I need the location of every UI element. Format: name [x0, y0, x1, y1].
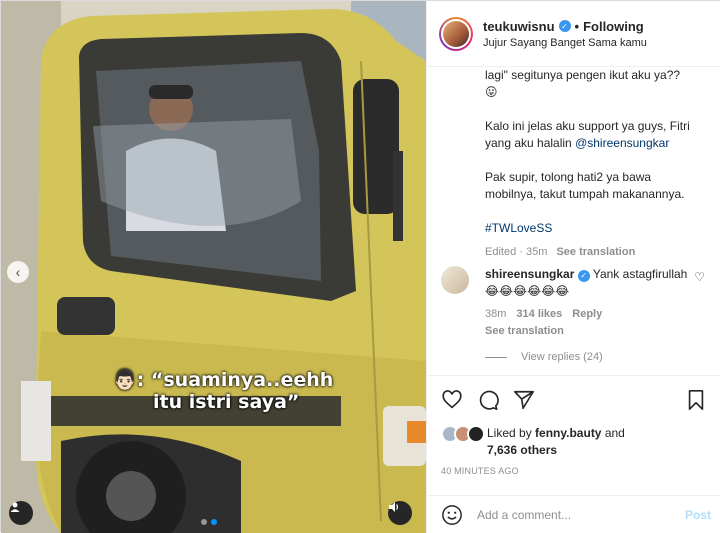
comment-input[interactable] [477, 507, 685, 522]
comment-like-heart-icon[interactable]: ♡ [694, 270, 705, 284]
post-actions-bar [427, 375, 720, 423]
person-icon [10, 502, 20, 512]
instagram-post-modal: ‹ 👨🏻: “suaminya..eehh itu istri saya” te… [0, 0, 720, 533]
reply-button[interactable]: Reply [572, 308, 602, 320]
comment-item: shireensungkar ✓ Yank astagfirullah 😂😂😂😂… [441, 266, 711, 340]
comment-see-translation[interactable]: See translation [485, 325, 564, 337]
post-audio-subtitle[interactable]: Jujur Sayang Banget Sama kamu [483, 37, 647, 49]
sound-toggle-button[interactable] [388, 501, 412, 525]
verified-badge-icon: ✓ [577, 269, 590, 282]
caption-paragraph2: Kalo ini jelas aku support ya guys, Fitr… [485, 119, 690, 150]
emoji-picker-icon[interactable] [441, 504, 463, 526]
author-username[interactable]: teukuwisnu [483, 19, 555, 34]
edited-timestamp: Edited · 35m [485, 246, 548, 258]
comment-bubble-icon [479, 390, 499, 410]
overlay-text-line2: itu istri saya” [153, 391, 300, 413]
separator-dot: • [574, 18, 580, 34]
avatar-image [443, 20, 469, 47]
caption-paragraph3: Pak supir, tolong hati2 ya bawa mobilnya… [485, 170, 685, 201]
caption-meta: Edited · 35m See translation [485, 244, 705, 261]
post-media[interactable]: ‹ 👨🏻: “suaminya..eehh itu istri saya” [1, 1, 426, 533]
send-icon [514, 390, 534, 409]
face-emoji-icon: 👨🏻 [113, 369, 137, 391]
caption-see-translation[interactable]: See translation [556, 246, 635, 258]
author-avatar[interactable] [439, 16, 473, 51]
heart-icon [442, 389, 462, 408]
speaker-icon [389, 502, 399, 512]
tongue-emoji: 😛 [485, 85, 498, 99]
post-header: teukuwisnu ✓ • Following Jujur Sayang Ba… [427, 1, 720, 67]
add-comment-bar: Post [427, 495, 720, 533]
liker-avatars [441, 425, 487, 445]
tagged-users-button[interactable] [9, 501, 33, 525]
carousel-dot-active [211, 519, 217, 525]
bookmark-icon [688, 389, 704, 410]
previous-media-button[interactable]: ‹ [7, 261, 29, 283]
overlay-text-line1: : “suaminya..eehh [136, 369, 334, 391]
hashtag-link[interactable]: #TWLoveSS [485, 221, 552, 235]
post-comment-button[interactable]: Post [685, 508, 711, 522]
post-timestamp[interactable]: 40 MINUTES AGO [441, 466, 519, 476]
liker-avatar [467, 425, 485, 443]
comment-time: 38m [485, 308, 507, 320]
likes-count-link[interactable]: 7,636 others [487, 443, 557, 457]
like-button[interactable] [441, 389, 463, 411]
comment-emojis: 😂😂😂😂😂😂 [485, 284, 570, 298]
truck-photo [1, 1, 426, 533]
divider-line [485, 356, 507, 358]
chevron-left-icon: ‹ [15, 264, 21, 280]
comment-meta: 38m 314 likes Reply See translation [485, 306, 711, 340]
commenter-username[interactable]: shireensungkar [485, 267, 574, 281]
commenter-avatar[interactable] [441, 266, 469, 294]
caption-line1: lagi" segitunya pengen ikut aku ya?? 😛 [485, 68, 681, 99]
save-button[interactable] [685, 389, 707, 411]
comment-text: Yank astagfirullah [592, 267, 688, 281]
comment-likes[interactable]: 314 likes [516, 308, 562, 320]
following-button[interactable]: Following [583, 19, 644, 34]
comment-button[interactable] [477, 389, 499, 411]
view-replies-button[interactable]: View replies (24) [485, 351, 603, 363]
verified-badge-icon: ✓ [558, 20, 571, 32]
video-caption-overlay: 👨🏻: “suaminya..eehh itu istri saya” [113, 369, 333, 413]
likes-summary: Liked by fenny.bauty and 7,636 others [441, 425, 711, 459]
liker-username[interactable]: fenny.bauty [535, 426, 601, 440]
carousel-dot [201, 519, 207, 525]
mention-link[interactable]: @shireensungkar [575, 136, 669, 150]
share-button[interactable] [513, 389, 535, 411]
post-side-panel: teukuwisnu ✓ • Following Jujur Sayang Ba… [426, 1, 720, 533]
carousel-indicator [201, 519, 217, 525]
